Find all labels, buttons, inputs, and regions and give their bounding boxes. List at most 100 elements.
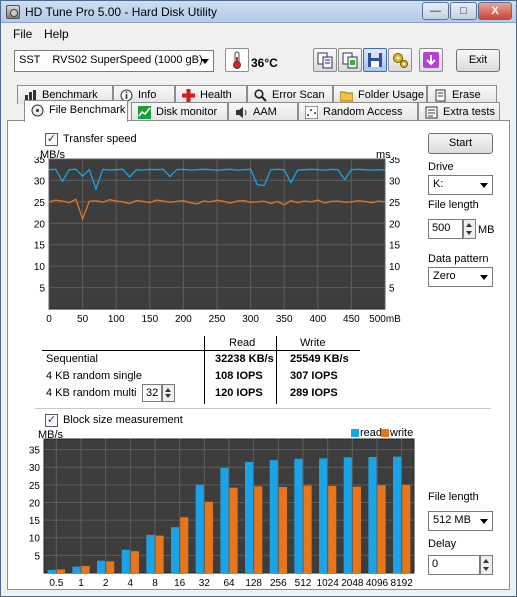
result-row-label: Sequential — [46, 353, 98, 365]
options-icon[interactable] — [388, 48, 412, 72]
block-x-tick: 128 — [245, 578, 262, 589]
block-x-tick: 64 — [223, 578, 235, 589]
file-length-stepper[interactable] — [463, 219, 476, 239]
block-file-length-select[interactable]: 512 MB — [428, 511, 493, 531]
tab-extra-tests-label: Extra tests — [443, 106, 495, 118]
block-y-tick: 35 — [29, 446, 41, 457]
tab-error-scan-label: Error Scan — [272, 89, 325, 101]
close-button[interactable]: X — [478, 2, 512, 20]
drive-select-value: SST RVS02 SuperSpeed (1000 gB) — [19, 54, 203, 66]
results-read-header: Read — [229, 337, 256, 349]
result-write-value: 307 IOPS — [290, 370, 338, 382]
transfer-x-tick: 100 — [108, 314, 125, 325]
result-row-label: 4 KB random multi — [46, 387, 137, 399]
result-write-value: 25549 KB/s — [290, 353, 349, 365]
menu-help[interactable]: Help — [44, 27, 69, 41]
drive-select[interactable]: SST RVS02 SuperSpeed (1000 gB) — [14, 50, 214, 72]
result-row-label: 4 KB random single — [46, 370, 142, 382]
chevron-down-icon — [480, 183, 488, 188]
erase-icon — [434, 89, 447, 102]
read-bar — [47, 569, 56, 573]
copy-screenshot-icon[interactable] — [338, 48, 362, 72]
results-header-rule — [42, 350, 360, 351]
file-length-unit: MB — [478, 224, 495, 236]
tab-aam[interactable]: AAM — [228, 102, 298, 121]
transfer-x-tick: 500mB — [369, 314, 401, 325]
block-x-tick: 1024 — [317, 578, 340, 589]
tab-random-access[interactable]: Random Access — [298, 102, 418, 121]
transfer-y-tick: 5 — [39, 284, 45, 295]
transfer-y-tick: 20 — [34, 219, 46, 230]
write-bar — [303, 485, 312, 573]
copy-text-icon[interactable] — [313, 48, 337, 72]
write-bar — [229, 487, 238, 573]
start-button[interactable]: Start — [428, 133, 493, 154]
temperature-readout: 36°C — [251, 56, 278, 70]
block-x-tick: 0.5 — [49, 578, 63, 589]
chevron-down-icon — [480, 275, 488, 280]
drive-letter-select[interactable]: K: — [428, 175, 493, 195]
tab-disk-monitor[interactable]: Disk monitor — [131, 102, 228, 121]
transfer-x-tick: 300 — [242, 314, 259, 325]
result-read-value: 108 IOPS — [215, 370, 263, 382]
block-y-tick: 10 — [29, 534, 41, 545]
write-bar — [328, 485, 337, 573]
tab-info-label: Info — [138, 89, 157, 101]
block-x-tick: 16 — [174, 578, 186, 589]
read-bar — [220, 467, 229, 573]
legend-write-swatch — [381, 429, 389, 437]
minimize-button[interactable]: — — [422, 2, 449, 20]
write-bar — [56, 569, 65, 573]
read-bar — [121, 549, 130, 573]
transfer-x-tick: 0 — [46, 314, 52, 325]
write-bar — [106, 561, 115, 573]
legend-read-swatch — [351, 429, 359, 437]
queue-depth-stepper[interactable] — [162, 384, 175, 402]
block-x-tick: 256 — [270, 578, 287, 589]
block-size-label: Block size measurement — [63, 414, 183, 426]
menu-file[interactable]: File — [13, 27, 32, 41]
maximize-button[interactable]: □ — [450, 2, 477, 20]
delay-field[interactable]: 0 — [428, 555, 480, 575]
data-pattern-label: Data pattern — [428, 253, 489, 265]
write-bar — [402, 484, 411, 573]
folder-icon — [339, 89, 354, 102]
block-x-tick: 4 — [128, 578, 134, 589]
read-bar — [269, 460, 278, 573]
read-bar — [294, 458, 303, 573]
tab-file-benchmark-label: File Benchmark — [49, 104, 126, 116]
block-x-tick: 2048 — [341, 578, 364, 589]
transfer-x-tick: 400 — [309, 314, 326, 325]
drive-letter-value: K: — [433, 178, 444, 190]
transfer-y-tick: 30 — [34, 176, 46, 187]
results-divider-1 — [204, 336, 205, 404]
write-bar — [254, 486, 263, 573]
download-icon[interactable] — [419, 48, 443, 72]
queue-depth-field[interactable]: 32 — [142, 384, 162, 402]
block-size-checkbox[interactable]: ✓ — [45, 414, 58, 427]
app-window: HD Tune Pro 5.00 - Hard Disk Utility — □… — [0, 0, 517, 597]
read-bar — [245, 461, 254, 573]
block-y-tick: 30 — [29, 463, 41, 474]
hd-tune-app-icon — [6, 5, 20, 19]
transfer-speed-checkbox[interactable]: ✓ — [45, 133, 58, 146]
exit-button[interactable]: Exit — [456, 49, 500, 72]
transfer-y2-tick: 5 — [389, 284, 395, 295]
block-size-chart: 35 30 25 20 15 10 5 0.5 1 2 4 8 16 32 64 128 256 512 1024 2… — [29, 438, 415, 589]
file-length-field[interactable]: 500 — [428, 219, 463, 239]
save-icon[interactable] — [363, 48, 387, 72]
block-file-length-label: File length — [428, 491, 479, 503]
disk-monitor-icon — [138, 106, 151, 119]
data-pattern-select[interactable]: Zero — [428, 267, 493, 287]
results-write-header: Write — [300, 337, 326, 349]
transfer-speed-label: Transfer speed — [63, 133, 137, 145]
thermometer-icon — [225, 48, 249, 72]
read-bar — [343, 457, 352, 573]
write-bar — [130, 551, 139, 573]
tab-file-benchmark[interactable]: File Benchmark — [24, 100, 128, 122]
block-x-tick: 1 — [78, 578, 84, 589]
error-scan-icon — [254, 89, 267, 102]
block-x-tick: 8192 — [391, 578, 414, 589]
tab-extra-tests[interactable]: Extra tests — [418, 102, 500, 121]
delay-stepper[interactable] — [480, 555, 493, 575]
